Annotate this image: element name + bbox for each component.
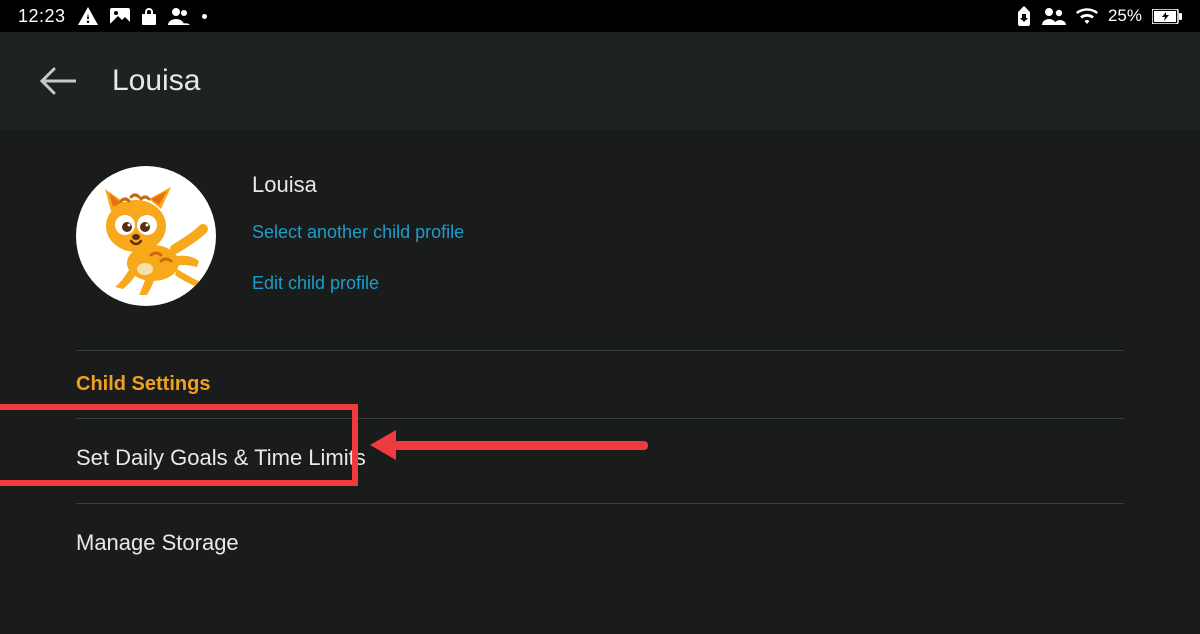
page-title: Louisa [112,64,200,98]
battery-icon [1152,9,1182,24]
status-time: 12:23 [18,6,66,27]
edit-profile-link[interactable]: Edit child profile [252,273,464,294]
lock-icon [142,7,156,25]
section-label-child-settings: Child Settings [76,351,1124,418]
select-profile-link[interactable]: Select another child profile [252,222,464,243]
battery-percent: 25% [1108,6,1142,26]
avatar [76,166,216,306]
dot-icon [202,14,207,19]
back-button[interactable] [40,67,76,95]
menu-manage-storage[interactable]: Manage Storage [76,504,1124,582]
people-icon [168,7,190,25]
profiles-icon [1042,7,1066,25]
status-bar: 12:23 25% [0,0,1200,32]
image-icon [110,8,130,24]
menu-daily-goals[interactable]: Set Daily Goals & Time Limits [76,419,1124,497]
profile-row: Louisa Select another child profile Edit… [76,166,1124,350]
profile-name: Louisa [252,172,464,198]
content-area: Louisa Select another child profile Edit… [0,130,1200,634]
warning-icon [78,7,98,25]
download-icon [1016,6,1032,26]
wifi-icon [1076,8,1098,24]
app-header: Louisa [0,32,1200,130]
